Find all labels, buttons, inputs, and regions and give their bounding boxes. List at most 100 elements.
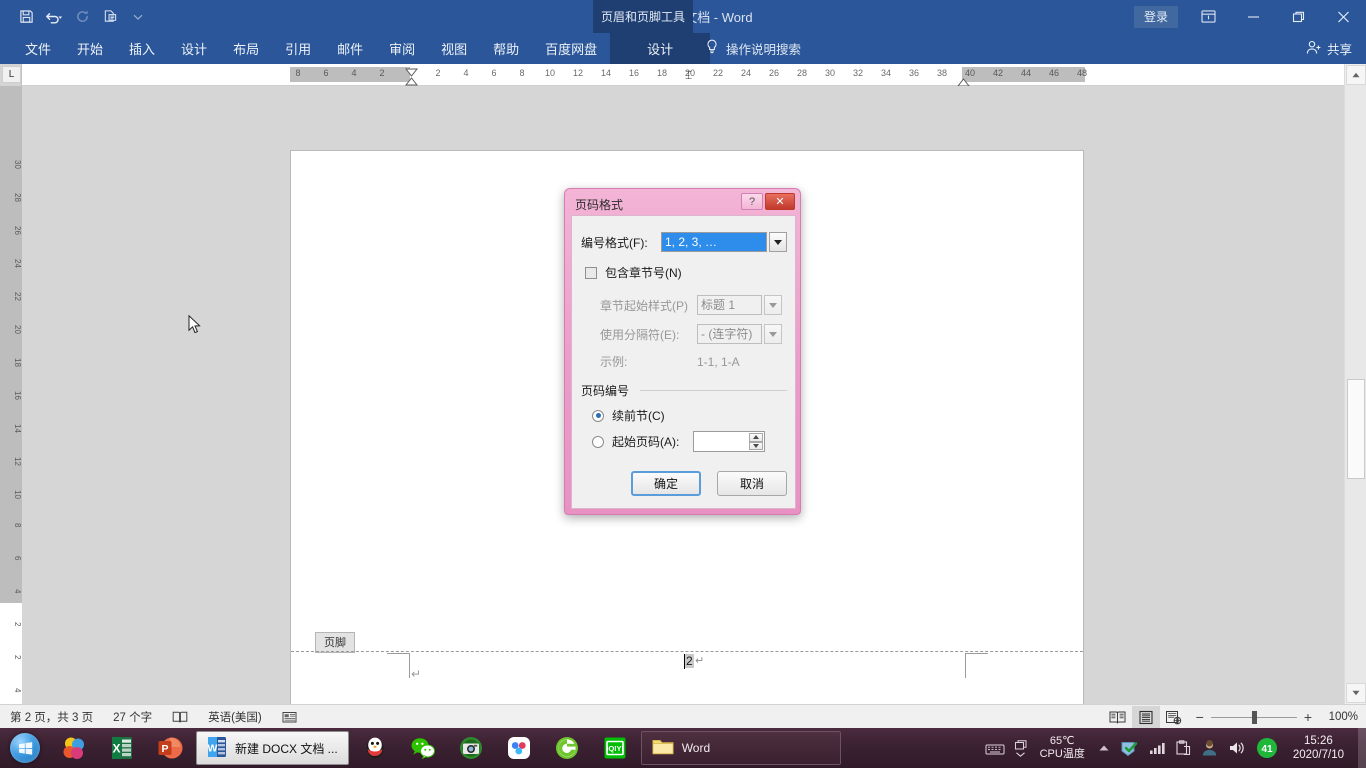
start-at-radio[interactable] [592,436,604,448]
tab-insert[interactable]: 插入 [116,33,168,64]
vruler-label: 28 [0,193,22,202]
language-indicator[interactable]: 英语(美国) [198,709,272,725]
taskbar-icon-camera[interactable] [447,728,495,768]
taskbar-icon-iqiyi[interactable]: iQIYI [591,728,639,768]
include-chapter-checkbox[interactable] [585,267,597,279]
separator-dropdown-arrow[interactable] [764,324,782,344]
continue-from-previous-row[interactable]: 续前节(C) [592,407,665,424]
taskbar-icon-wechat[interactable] [399,728,447,768]
system-tray: 65℃ CPU温度 41 15:26 2020/7/10 [980,728,1366,768]
tray-show-hidden-icons-button[interactable] [1093,744,1115,752]
tray-battery-badge[interactable]: 41 [1251,737,1283,759]
tray-volume-icon[interactable] [1223,740,1251,756]
zoom-level-label[interactable]: 100% [1320,711,1358,723]
tab-baidu-netdisk[interactable]: 百度网盘 [532,33,610,64]
ok-button[interactable]: 确定 [631,471,701,496]
separator-row: 使用分隔符(E): - (连字符) [600,324,782,344]
zoom-out-button[interactable]: − [1196,709,1204,725]
zoom-track[interactable] [1211,717,1297,718]
tray-ime-switch-icon[interactable] [1010,740,1032,757]
start-at-row[interactable]: 起始页码(A): [592,431,765,452]
macro-record-icon[interactable] [272,710,307,724]
customize-qat-icon[interactable] [124,4,152,30]
page-number-format-dialog[interactable]: 页码格式 ? ✕ 编号格式(F): 1, 2, 3, … 包含章节号(N) 章节… [564,188,801,515]
tab-header-footer-design[interactable]: 设计 [610,33,710,64]
chapter-style-label: 章节起始样式(P) [600,297,697,314]
tray-network-signal-icon[interactable] [1144,741,1170,755]
spin-down-button[interactable] [749,442,763,451]
tab-home[interactable]: 开始 [64,33,116,64]
web-layout-view-button[interactable] [1160,706,1188,728]
horizontal-ruler[interactable]: 8 6 4 2 2 4 6 8 10 12 14 16 18 20 22 24 … [22,64,1344,86]
include-chapter-row[interactable]: 包含章节号(N) [585,264,682,281]
paragraph-mark-footer: ↵ [695,654,704,667]
vertical-ruler[interactable]: L 30 28 26 24 22 20 18 16 14 12 10 8 6 4… [0,64,22,704]
taskbar-clock[interactable]: 15:26 2020/7/10 [1283,734,1354,762]
dialog-title-bar[interactable]: 页码格式 ? ✕ [570,194,795,214]
tray-keyboard-icon[interactable] [980,741,1010,756]
ribbon-display-options-icon[interactable] [1186,0,1231,33]
scroll-up-button[interactable] [1346,65,1366,85]
vertical-scrollbar[interactable] [1344,64,1366,704]
print-layout-view-button[interactable] [1132,706,1160,728]
taskbar-icon-qq[interactable] [351,728,399,768]
tab-review[interactable]: 审阅 [376,33,428,64]
tab-help[interactable]: 帮助 [480,33,532,64]
hruler-label: 24 [739,68,753,78]
tab-stop-selector-button[interactable]: L [2,66,21,83]
save-icon[interactable] [12,4,40,30]
taskbar-icon-baidu-netdisk[interactable] [495,728,543,768]
cpu-temperature-widget[interactable]: 65℃ CPU温度 [1032,735,1093,761]
chapter-style-combobox[interactable]: 标题 1 [697,295,762,315]
tab-view[interactable]: 视图 [428,33,480,64]
continue-from-previous-radio[interactable] [592,410,604,422]
tab-layout[interactable]: 布局 [220,33,272,64]
tray-clipboard-icon[interactable] [1170,740,1196,756]
show-desktop-button[interactable] [1358,728,1366,768]
sign-in-button[interactable]: 登录 [1134,6,1178,28]
start-at-spinner[interactable] [693,431,765,452]
tab-references[interactable]: 引用 [272,33,324,64]
page-indicator[interactable]: 第 2 页，共 3 页 [0,709,103,725]
minimize-button[interactable] [1231,0,1276,33]
restore-button[interactable] [1276,0,1321,33]
tab-design[interactable]: 设计 [168,33,220,64]
vruler-label: 22 [0,292,22,301]
zoom-slider[interactable]: − + [1188,709,1320,725]
spin-up-button[interactable] [749,433,763,442]
read-mode-view-button[interactable] [1104,706,1132,728]
taskbar-icon-360-browser[interactable] [543,728,591,768]
close-button[interactable] [1321,0,1366,33]
chapter-style-dropdown-arrow[interactable] [764,295,782,315]
taskbar-window-word-doc[interactable]: W 新建 DOCX 文档 ... [196,731,349,765]
share-button[interactable]: 共享 [1306,33,1352,64]
tray-user-avatar-icon[interactable] [1196,740,1223,756]
svg-text:X: X [112,742,120,756]
scrollbar-thumb[interactable] [1347,379,1365,479]
taskbar-icon-app1[interactable] [50,728,98,768]
taskbar-icon-excel[interactable]: X [98,728,146,768]
separator-combobox[interactable]: - (连字符) [697,324,762,344]
quick-print-icon[interactable] [96,4,124,30]
undo-icon[interactable] [40,4,68,30]
zoom-thumb[interactable] [1252,711,1257,724]
taskbar-window-word-folder[interactable]: Word [641,731,841,765]
start-at-spin-buttons[interactable] [749,433,763,450]
tell-me-search[interactable]: 操作说明搜索 [705,33,801,64]
word-count[interactable]: 27 个字 [103,709,162,725]
tab-mailings[interactable]: 邮件 [324,33,376,64]
cancel-button[interactable]: 取消 [717,471,787,496]
tray-security-shield-icon[interactable] [1115,740,1144,757]
dialog-close-button[interactable]: ✕ [765,193,795,210]
number-format-value[interactable]: 1, 2, 3, … [662,233,766,251]
page-number-field[interactable]: 2 [685,654,694,668]
start-button[interactable] [0,728,50,768]
number-format-dropdown-arrow[interactable] [769,232,787,252]
zoom-in-button[interactable]: + [1304,709,1312,725]
dialog-help-button[interactable]: ? [741,193,763,210]
tab-file[interactable]: 文件 [12,33,64,64]
scroll-down-button[interactable] [1346,683,1366,703]
number-format-combobox[interactable]: 1, 2, 3, … [661,232,767,252]
proofing-icon[interactable] [162,710,198,724]
taskbar-icon-powerpoint[interactable]: P [146,728,194,768]
